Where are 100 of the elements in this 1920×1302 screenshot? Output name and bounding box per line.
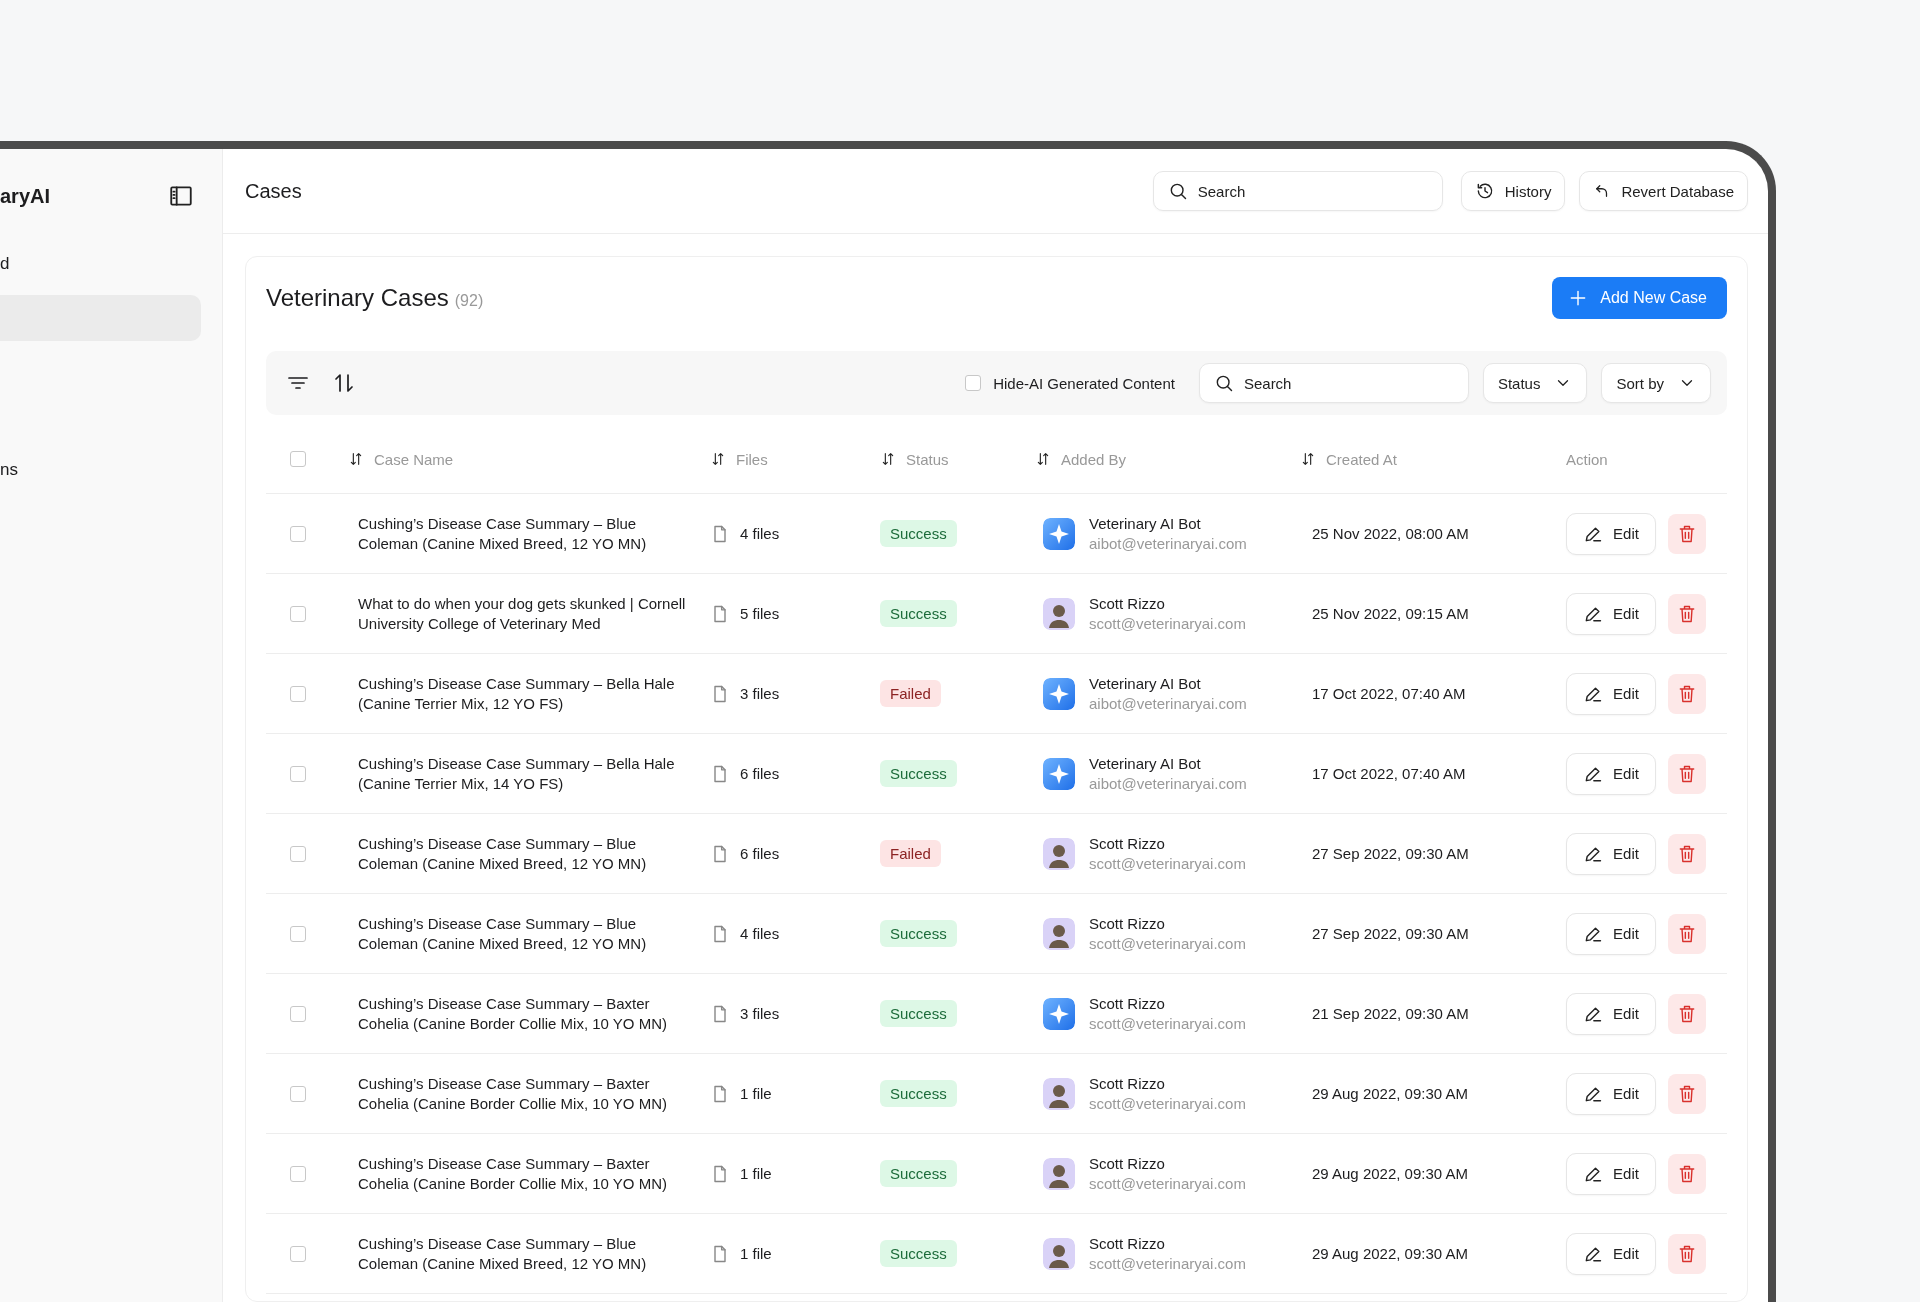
checkbox[interactable] [290, 1005, 306, 1022]
case-name: Cushing’s Disease Case Summary – Bella Hale (Canine Terrier Mix, 14 YO FS) [357, 753, 676, 794]
checkbox[interactable] [290, 1245, 306, 1262]
trash-icon [1677, 1083, 1697, 1104]
add-new-case-button[interactable]: Add New Case [1552, 277, 1727, 319]
status-badge: Failed [880, 840, 941, 867]
user-name: Veterinary AI Bot [1089, 755, 1202, 772]
created-date: 29 Aug 2022, 09:30 AM [1312, 1245, 1468, 1262]
trash-icon [1677, 523, 1697, 544]
status-badge: Success [880, 1240, 957, 1267]
case-name: Cushing’s Disease Case Summary – Blue Coleman (Canine Mixed Breed, 12 YO MN) [357, 1233, 648, 1274]
column-header: Status [906, 450, 949, 468]
user-email: scott@veterinaryai.com [1089, 1175, 1246, 1192]
trash-icon [1677, 603, 1697, 624]
edit-button[interactable]: Edit [1566, 512, 1656, 555]
delete-button[interactable] [1668, 993, 1706, 1034]
checkbox[interactable] [290, 1165, 306, 1182]
history-button[interactable]: History [1460, 171, 1566, 211]
user-avatar [1043, 1237, 1075, 1270]
sort-icon[interactable] [710, 451, 726, 467]
delete-button[interactable] [1668, 753, 1706, 794]
delete-button[interactable] [1668, 1073, 1706, 1114]
edit-button[interactable]: Edit [1566, 832, 1656, 875]
user-name: Scott Rizzo [1089, 995, 1166, 1012]
checkbox[interactable] [290, 765, 306, 782]
case-name: Cushing’s Disease Case Summary – Blue Coleman (Canine Mixed Breed, 12 YO MN) [357, 513, 648, 554]
user-name: Scott Rizzo [1089, 1235, 1166, 1252]
collapse-sidebar-button[interactable] [168, 183, 194, 209]
page-title: Cases [245, 179, 303, 203]
file-count: 4 files [740, 925, 780, 942]
checkbox[interactable] [290, 605, 306, 622]
search-field[interactable]: Search [1198, 363, 1469, 403]
delete-button[interactable] [1668, 1153, 1706, 1194]
card-title: Veterinary Cases (92) [266, 284, 484, 312]
user-avatar [1043, 1157, 1075, 1190]
bot-avatar-icon [1043, 677, 1075, 710]
edit-button[interactable]: Edit [1566, 752, 1656, 795]
search-field[interactable]: Search [1152, 171, 1443, 211]
sort-icon[interactable] [1300, 451, 1316, 467]
delete-button[interactable] [1668, 673, 1706, 714]
sort-icon[interactable] [1035, 451, 1051, 467]
trash-icon [1677, 843, 1697, 864]
checkbox[interactable] [290, 925, 306, 942]
status-badge: Success [880, 1080, 957, 1107]
case-name: Cushing’s Disease Case Summary – Baxter Cohelia (Canine Border Collie Mix, 10 YO MN) [357, 993, 668, 1034]
sidebar-item[interactable]: ns [0, 447, 201, 493]
edit-button[interactable]: Edit [1566, 912, 1656, 955]
case-name: What to do when your dog gets skunked | Cornell University College of Veterinary Med [357, 593, 687, 634]
created-date: 29 Aug 2022, 09:30 AM [1312, 1085, 1468, 1102]
sidebar-panel-icon [168, 183, 194, 209]
user-email: scott@veterinaryai.com [1089, 855, 1246, 872]
user-email: aibot@veterinaryai.com [1089, 775, 1247, 792]
sort-icon[interactable] [880, 451, 896, 467]
user-name: Veterinary AI Bot [1089, 515, 1202, 532]
edit-button[interactable]: Edit [1566, 1072, 1656, 1115]
column-header: Created At [1326, 450, 1397, 468]
sort-icon[interactable] [332, 371, 356, 395]
sidebar-item[interactable]: d [0, 241, 201, 287]
edit-button[interactable]: Edit [1566, 992, 1656, 1035]
checkbox[interactable] [290, 685, 306, 702]
trash-icon [1677, 763, 1697, 784]
file-count: 1 file [740, 1165, 772, 1182]
user-name: Scott Rizzo [1089, 915, 1166, 932]
checkbox[interactable] [290, 845, 306, 862]
checkbox[interactable] [290, 1085, 306, 1102]
trash-icon [1677, 1003, 1697, 1024]
revert-button[interactable]: Revert Database [1579, 171, 1748, 211]
user-name: Scott Rizzo [1089, 1075, 1166, 1092]
created-date: 27 Sep 2022, 09:30 AM [1312, 925, 1469, 942]
delete-button[interactable] [1668, 513, 1706, 554]
trash-icon [1677, 683, 1697, 704]
case-name: Cushing’s Disease Case Summary – Blue Coleman (Canine Mixed Breed, 12 YO MN) [357, 833, 648, 874]
status-badge: Failed [880, 680, 941, 707]
delete-button[interactable] [1668, 593, 1706, 634]
checkbox[interactable] [290, 525, 306, 542]
file-count: 4 files [740, 525, 780, 542]
created-date: 25 Nov 2022, 08:00 AM [1312, 525, 1469, 542]
delete-button[interactable] [1668, 833, 1706, 874]
created-date: 17 Oct 2022, 07:40 AM [1312, 685, 1466, 702]
file-count: 3 files [740, 685, 780, 702]
dropdown[interactable]: Status [1482, 363, 1588, 403]
edit-button[interactable]: Edit [1566, 592, 1656, 635]
created-date: 21 Sep 2022, 09:30 AM [1312, 1005, 1469, 1022]
delete-button[interactable] [1668, 913, 1706, 954]
user-name: Scott Rizzo [1089, 1155, 1166, 1172]
status-badge: Success [880, 1160, 957, 1187]
edit-button[interactable]: Edit [1566, 1232, 1656, 1275]
delete-button[interactable] [1668, 1233, 1706, 1274]
checkbox[interactable] [965, 375, 982, 391]
user-name: Scott Rizzo [1089, 595, 1166, 612]
edit-button[interactable]: Edit [1566, 1152, 1656, 1195]
sort-icon[interactable] [348, 451, 364, 467]
user-email: aibot@veterinaryai.com [1089, 535, 1247, 552]
column-header: Added By [1061, 450, 1127, 468]
edit-button[interactable]: Edit [1566, 672, 1656, 715]
checkbox[interactable] [290, 451, 306, 467]
created-date: 25 Nov 2022, 09:15 AM [1312, 605, 1469, 622]
dropdown[interactable]: Sort by [1601, 363, 1711, 403]
user-name: Veterinary AI Bot [1089, 675, 1202, 692]
created-date: 17 Oct 2022, 07:40 AM [1312, 765, 1466, 782]
